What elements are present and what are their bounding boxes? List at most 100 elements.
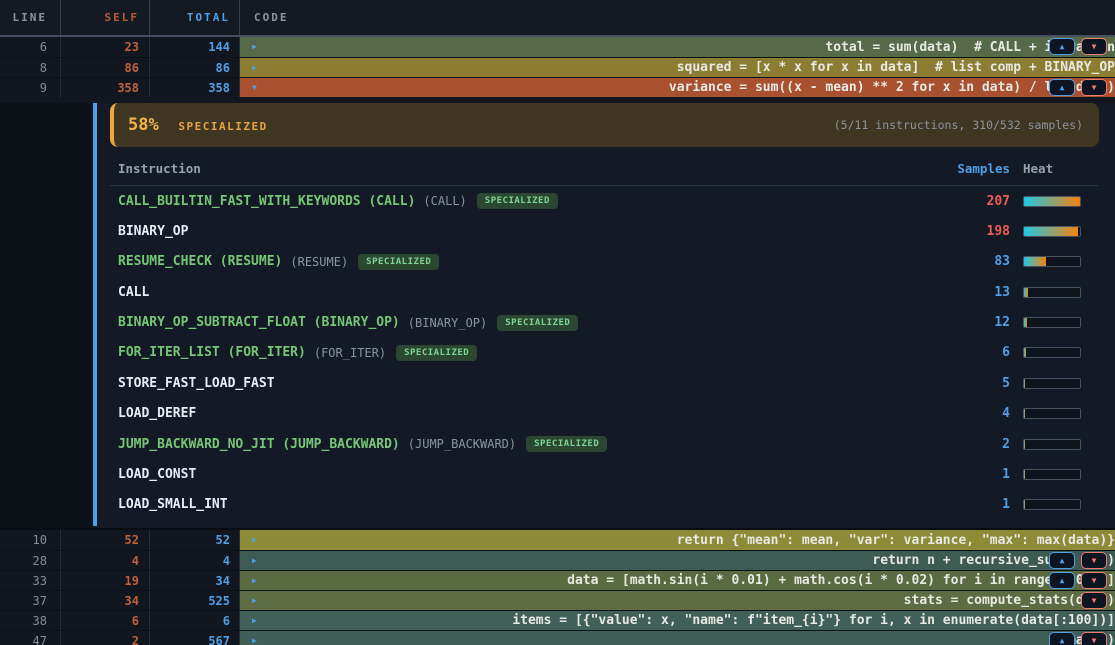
line-number-cell: 28 bbox=[0, 551, 61, 570]
navigate-down-button[interactable]: ▼ bbox=[1081, 79, 1107, 96]
heat-bar bbox=[1023, 196, 1081, 207]
code-row-line-38: 3866▶ items = [{"value": x, "name": f"it… bbox=[0, 610, 1115, 630]
heat-bar bbox=[1023, 408, 1081, 419]
instruction-info: CALL bbox=[118, 285, 940, 300]
instruction-name: BINARY_OP_SUBTRACT_FLOAT (BINARY_OP) bbox=[118, 315, 400, 330]
instruction-name: CALL_BUILTIN_FAST_WITH_KEYWORDS (CALL) bbox=[118, 194, 415, 209]
code-cell[interactable]: ▶ items = [{"value": x, "name": f"item_{… bbox=[240, 611, 1115, 630]
instruction-base-opcode: (FOR_ITER) bbox=[314, 346, 386, 360]
code-cell[interactable]: ▶ return {"mean": mean, "var": variance,… bbox=[240, 530, 1115, 550]
navigate-down-button[interactable]: ▼ bbox=[1081, 592, 1107, 609]
code-cell[interactable]: ▶ stats = compute_stats(data)▼ bbox=[240, 591, 1115, 610]
heat-bar bbox=[1023, 469, 1081, 480]
heat-bar bbox=[1023, 439, 1081, 450]
instruction-info: LOAD_CONST bbox=[118, 467, 940, 482]
instruction-name: FOR_ITER_LIST (FOR_ITER) bbox=[118, 345, 306, 360]
instruction-info: RESUME_CHECK (RESUME)(RESUME)SPECIALIZED bbox=[118, 254, 940, 270]
instruction-base-opcode: (CALL) bbox=[423, 194, 466, 208]
instruction-name: CALL bbox=[118, 285, 149, 300]
code-cell[interactable]: ▶ squared = [x * x for x in data] # list… bbox=[240, 58, 1115, 77]
heat-bar bbox=[1023, 287, 1081, 298]
triangle-right-icon[interactable]: ▶ bbox=[252, 64, 257, 72]
instruction-name: STORE_FAST_LOAD_FAST bbox=[118, 376, 275, 391]
instruction-table: Instruction Samples Heat CALL_BUILTIN_FA… bbox=[110, 161, 1098, 520]
navigate-up-button[interactable]: ▲ bbox=[1049, 572, 1075, 589]
line-number-cell: 37 bbox=[0, 591, 61, 610]
samples-value: 2 bbox=[940, 437, 1010, 452]
instruction-row: BINARY_OP198 bbox=[110, 216, 1098, 246]
triangle-right-icon[interactable]: ▶ bbox=[252, 597, 257, 605]
heat-column bbox=[1010, 408, 1098, 419]
instruction-info: BINARY_OP_SUBTRACT_FLOAT (BINARY_OP)(BIN… bbox=[118, 315, 940, 331]
specialized-label: SPECIALIZED bbox=[178, 120, 267, 133]
instruction-row: JUMP_BACKWARD_NO_JIT (JUMP_BACKWARD) (JUM… bbox=[110, 429, 1098, 459]
heat-bar-fill bbox=[1024, 500, 1025, 509]
navigate-up-button[interactable]: ▲ bbox=[1049, 632, 1075, 645]
specialized-badge: SPECIALIZED bbox=[477, 193, 558, 209]
column-header-total: TOTAL bbox=[150, 0, 240, 35]
triangle-right-icon[interactable]: ▶ bbox=[252, 577, 257, 585]
triangle-right-icon[interactable]: ▶ bbox=[252, 637, 257, 645]
instruction-base-opcode: (JUMP_BACKWARD) bbox=[408, 437, 516, 451]
navigate-up-button[interactable]: ▲ bbox=[1049, 79, 1075, 96]
total-time-cell: 358 bbox=[150, 78, 240, 97]
total-time-cell: 525 bbox=[150, 591, 240, 610]
panel-gutter bbox=[0, 103, 93, 528]
instruction-name: LOAD_CONST bbox=[118, 467, 196, 482]
total-time-cell: 567 bbox=[150, 631, 240, 645]
self-time-cell: 19 bbox=[61, 571, 150, 590]
instruction-info: JUMP_BACKWARD_NO_JIT (JUMP_BACKWARD) (JUM… bbox=[118, 436, 940, 452]
heat-bar-fill bbox=[1024, 318, 1027, 327]
triangle-down-icon[interactable]: ▼ bbox=[252, 84, 257, 92]
self-time-cell: 86 bbox=[61, 58, 150, 77]
code-cell[interactable]: ▶ main()▲▼ bbox=[240, 631, 1115, 645]
navigate-up-button[interactable]: ▲ bbox=[1049, 552, 1075, 569]
samples-value: 5 bbox=[940, 376, 1010, 391]
specialized-percent: 58% bbox=[128, 115, 159, 135]
banner-left: 58% SPECIALIZED bbox=[128, 115, 268, 135]
heat-column-header: Heat bbox=[1010, 161, 1098, 176]
heat-column bbox=[1010, 226, 1098, 237]
instruction-name: JUMP_BACKWARD_NO_JIT (JUMP_BACKWARD) bbox=[118, 437, 400, 452]
heat-bar-fill bbox=[1024, 379, 1025, 388]
profiler-window: LINE SELF TOTAL CODE 623144▶ total = sum… bbox=[0, 0, 1115, 645]
code-cell[interactable]: ▶ return n + recursive_sum(n - 1)▲▼ bbox=[240, 551, 1115, 570]
specialized-badge: SPECIALIZED bbox=[526, 436, 607, 452]
code-cell[interactable]: ▶ data = [math.sin(i * 0.01) + math.cos(… bbox=[240, 571, 1115, 590]
instruction-info: LOAD_DEREF bbox=[118, 406, 940, 421]
heat-bar bbox=[1023, 347, 1081, 358]
heat-bar-fill bbox=[1024, 470, 1025, 479]
total-time-cell: 34 bbox=[150, 571, 240, 590]
self-time-cell: 2 bbox=[61, 631, 150, 645]
samples-value: 12 bbox=[940, 315, 1010, 330]
navigate-down-button[interactable]: ▼ bbox=[1081, 572, 1107, 589]
triangle-right-icon[interactable]: ▶ bbox=[252, 617, 257, 625]
code-row-line-28: 2844▶ return n + recursive_sum(n - 1)▲▼ bbox=[0, 550, 1115, 570]
line-number-cell: 9 bbox=[0, 78, 61, 97]
triangle-right-icon[interactable]: ▶ bbox=[252, 536, 257, 544]
navigate-up-button[interactable]: ▲ bbox=[1049, 38, 1075, 55]
instruction-row: RESUME_CHECK (RESUME)(RESUME)SPECIALIZED… bbox=[110, 247, 1098, 277]
samples-value: 13 bbox=[940, 285, 1010, 300]
heat-column bbox=[1010, 196, 1098, 207]
instruction-info: BINARY_OP bbox=[118, 224, 940, 239]
instruction-name: RESUME_CHECK (RESUME) bbox=[118, 254, 282, 269]
navigate-down-button[interactable]: ▼ bbox=[1081, 38, 1107, 55]
self-time-cell: 34 bbox=[61, 591, 150, 610]
triangle-right-icon[interactable]: ▶ bbox=[252, 557, 257, 565]
samples-value: 4 bbox=[940, 406, 1010, 421]
line-number-cell: 33 bbox=[0, 571, 61, 590]
triangle-right-icon[interactable]: ▶ bbox=[252, 43, 257, 51]
navigate-down-button[interactable]: ▼ bbox=[1081, 632, 1107, 645]
heat-bar bbox=[1023, 378, 1081, 389]
code-cell[interactable]: ▶ total = sum(data) # CALL + iteration▲▼ bbox=[240, 37, 1115, 57]
line-number-cell: 47 bbox=[0, 631, 61, 645]
line-number-cell: 38 bbox=[0, 611, 61, 630]
navigate-down-button[interactable]: ▼ bbox=[1081, 552, 1107, 569]
self-time-cell: 6 bbox=[61, 611, 150, 630]
heat-bar-fill bbox=[1024, 409, 1025, 418]
specialization-banner: 58% SPECIALIZED (5/11 instructions, 310/… bbox=[110, 103, 1099, 147]
code-row-line-33: 331934▶ data = [math.sin(i * 0.01) + mat… bbox=[0, 570, 1115, 590]
code-cell[interactable]: ▼ variance = sum((x - mean) ** 2 for x i… bbox=[240, 78, 1115, 97]
self-time-cell: 358 bbox=[61, 78, 150, 97]
